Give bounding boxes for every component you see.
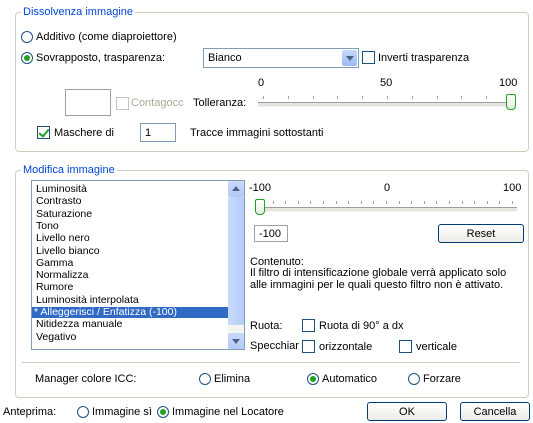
masks-checkbox[interactable] [37, 126, 50, 139]
horizontal-label: orizzontale [319, 341, 373, 353]
ok-button[interactable]: OK [367, 402, 447, 421]
slider-tick [411, 96, 413, 99]
reset-button[interactable]: Reset [438, 224, 524, 243]
modify-group-legend: Modifica immagine [21, 164, 117, 177]
vertical-label: verticale [416, 341, 457, 353]
additive-label: Additivo (come diaproiettore) [36, 31, 177, 43]
modify-slider-thumb[interactable] [255, 199, 265, 215]
slider-tick [436, 201, 438, 204]
filter-list-item[interactable]: Nitidezza manuale [34, 319, 122, 330]
transparency-combo[interactable]: Bianco [203, 48, 359, 68]
content-text: Il filtro di intensificazione globale ve… [250, 267, 507, 291]
invert-transparency-label: Inverti trasparenza [378, 52, 470, 64]
scroll-up-icon[interactable] [228, 181, 244, 197]
mirror-label: Specchiar [250, 340, 299, 352]
dissolve-group-legend: Dissolvenza immagine [21, 6, 136, 19]
filter-list-item[interactable]: Luminosità interpolata [34, 294, 139, 306]
tolerance-slider-thumb[interactable] [506, 94, 516, 110]
filter-list-item[interactable]: Luminosità [34, 184, 87, 195]
slider-tick [348, 201, 350, 204]
rotate-90-label: Ruota di 90° a dx [319, 320, 404, 332]
icc-separator [22, 362, 520, 363]
slider-tick [486, 96, 488, 99]
masks-count-input[interactable]: 1 [140, 123, 176, 142]
slider-tick [499, 201, 501, 204]
rotate-label: Ruota: [250, 320, 283, 332]
overlay-label: Sovrapposto, trasparenza: [36, 52, 166, 64]
slider-tick [461, 201, 463, 204]
slider-tick [362, 96, 364, 99]
slider-tick [486, 201, 488, 204]
chevron-down-icon[interactable] [342, 50, 357, 66]
filter-list-item[interactable]: Saturazione [34, 208, 92, 220]
invert-transparency-checkbox[interactable] [362, 51, 375, 64]
icc-force-radio[interactable] [408, 373, 420, 385]
transparency-combo-value: Bianco [208, 52, 242, 64]
preview-locator-label: Immagine nel Locatore [172, 406, 284, 418]
modify-slider[interactable] [255, 193, 517, 217]
slider-tick [373, 201, 375, 204]
slider-tick [423, 201, 425, 204]
filter-list-item[interactable]: Livello bianco [34, 245, 100, 257]
slider-tick [323, 201, 324, 204]
horizontal-checkbox[interactable] [302, 340, 315, 353]
filter-list-item[interactable]: Rumore [34, 282, 73, 293]
slider-tick [312, 96, 314, 99]
preview-label: Anteprima: [3, 406, 57, 418]
eyedropper-label: Contagocc [131, 97, 184, 109]
icc-auto-label: Automatico [322, 373, 378, 385]
slider-tick [474, 201, 476, 204]
preview-locator-radio[interactable] [157, 406, 169, 418]
icc-force-label: Forzare [423, 373, 461, 385]
slider-tick [337, 96, 339, 99]
slider-tick [310, 201, 312, 204]
tolerance-slider[interactable] [258, 88, 516, 112]
slider-tick [461, 96, 463, 99]
filter-list-scrollbar[interactable] [228, 181, 244, 349]
slider-tick [335, 201, 337, 204]
slider-tick [263, 96, 264, 99]
eyedropper-checkbox[interactable] [116, 97, 129, 110]
filter-listbox[interactable]: Luminosità Contrasto Saturazione Tono Livell… [31, 180, 245, 350]
additive-radio[interactable] [21, 31, 33, 43]
filter-list-item[interactable]: * Alleggerisci / Enfatizza (-100) [32, 307, 228, 318]
slider-tick [512, 201, 513, 204]
preview-image-yes-label: Immagine sì [92, 406, 152, 418]
traces-label: Tracce immagini sottostanti [190, 127, 324, 139]
filter-list-item[interactable]: Normalizza [34, 270, 89, 281]
slider-tick [411, 201, 413, 204]
overlay-radio[interactable] [21, 52, 33, 64]
slider-tick [287, 96, 289, 99]
slider-tick [387, 96, 388, 99]
filter-list-item[interactable]: Tono [34, 220, 59, 232]
icc-label: Manager colore ICC: [35, 373, 137, 385]
slider-tick [398, 201, 400, 204]
color-swatch[interactable] [65, 89, 111, 116]
icc-auto-radio[interactable] [307, 373, 319, 385]
rotate-90-checkbox[interactable] [302, 319, 315, 332]
scrollbar-thumb[interactable] [228, 197, 244, 325]
tolerance-label: Tolleranza: [193, 97, 247, 109]
slider-tick [360, 201, 362, 204]
slider-tick [272, 201, 274, 204]
masks-label: Maschere di [54, 127, 114, 139]
scroll-down-icon[interactable] [228, 333, 244, 349]
filter-list-item[interactable]: Livello nero [34, 233, 90, 244]
filter-list-item[interactable]: Vegativo [34, 331, 76, 343]
slider-tick [386, 201, 387, 204]
modify-value-field: -100 [254, 225, 288, 242]
icc-remove-radio[interactable] [199, 373, 211, 385]
icc-remove-label: Elimina [214, 373, 251, 385]
slider-tick [436, 96, 438, 99]
vertical-checkbox[interactable] [399, 340, 412, 353]
slider-tick [285, 201, 287, 204]
cancel-button[interactable]: Cancella [460, 402, 530, 421]
filter-list-item[interactable]: Contrasto [34, 196, 82, 207]
filter-list-item[interactable]: Gamma [34, 257, 73, 269]
slider-tick [449, 201, 450, 204]
slider-tick [297, 201, 299, 204]
preview-image-yes-radio[interactable] [77, 406, 89, 418]
